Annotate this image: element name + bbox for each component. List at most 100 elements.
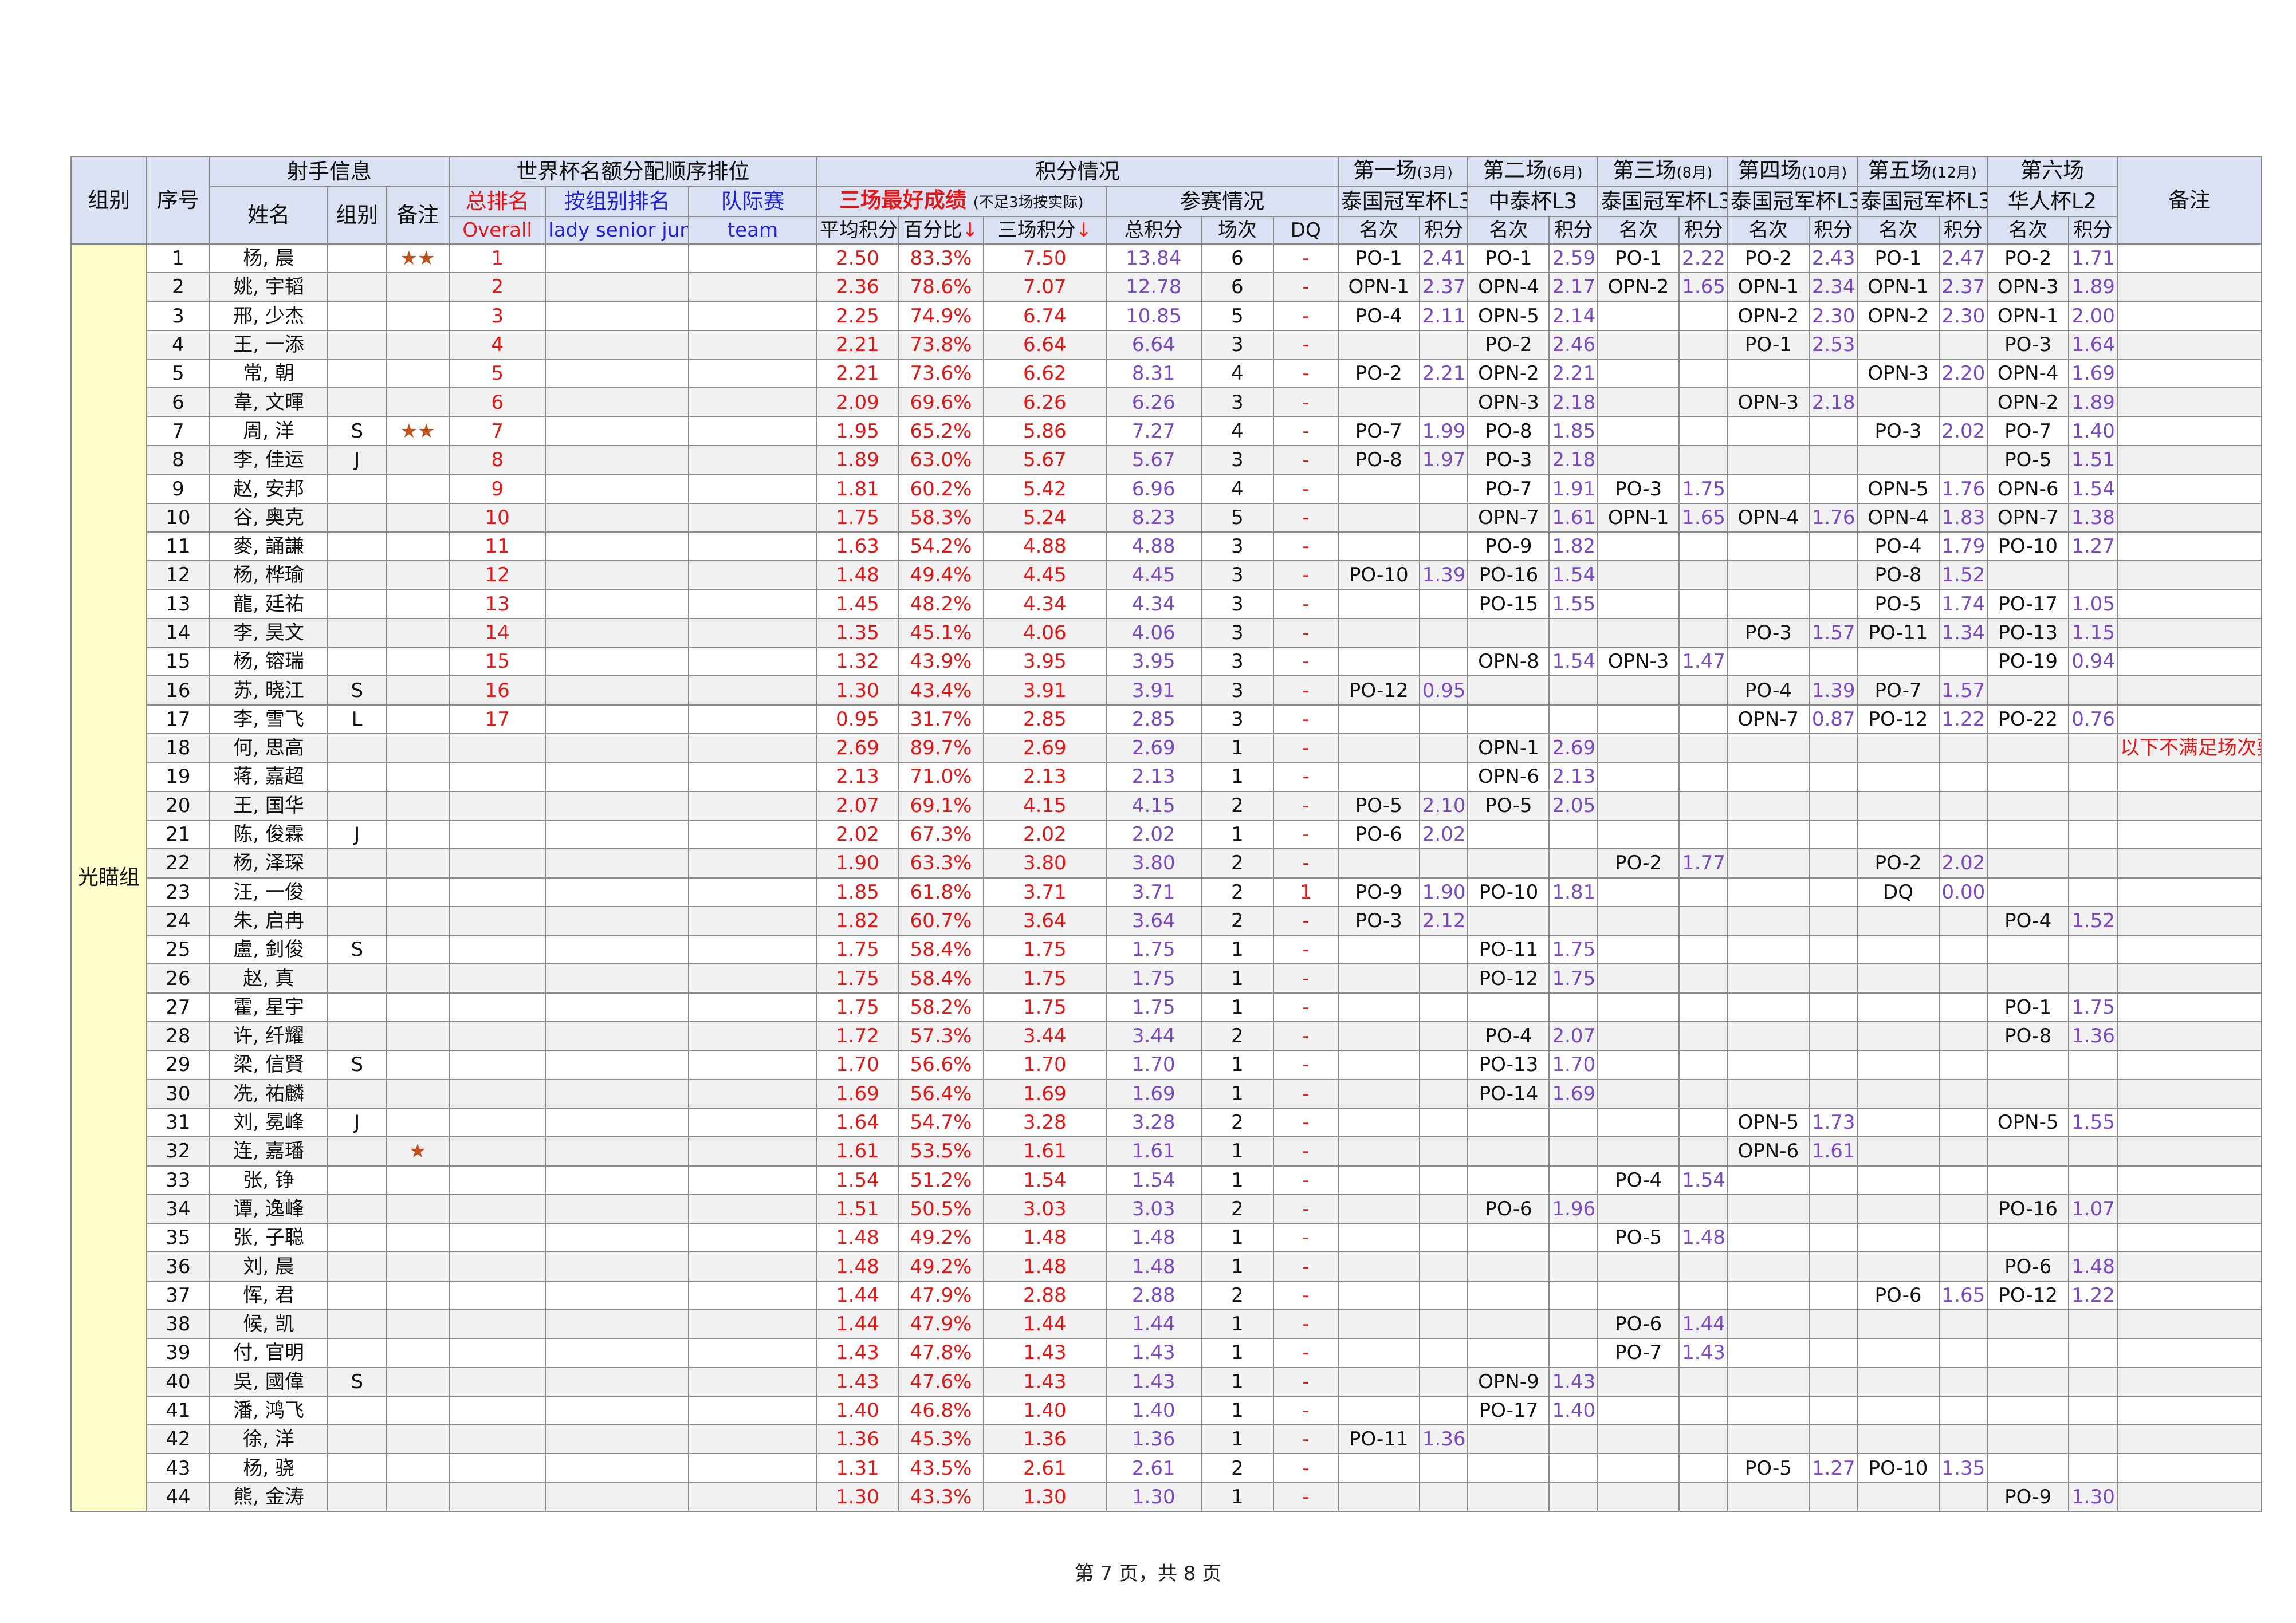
event-place-cell: PO-10 — [1467, 877, 1550, 907]
event-place-cell: PO-1 — [1987, 992, 2070, 1023]
seq-cell: 26 — [146, 963, 210, 994]
subgroup-cell: S — [327, 935, 387, 965]
count-cell: 1 — [1200, 963, 1274, 994]
dq-cell: - — [1272, 733, 1339, 763]
count-cell: 1 — [1200, 1366, 1274, 1397]
dq-cell: - — [1272, 1453, 1339, 1483]
event-score-cell: 1.43 — [1678, 1338, 1728, 1368]
event-place-cell: PO-15 — [1467, 589, 1550, 619]
remark-star-icon: ★★ — [386, 416, 450, 447]
remark-star-icon — [386, 1165, 450, 1195]
pct-cell: 51.2% — [897, 1165, 985, 1195]
event-score-cell — [2068, 1366, 2118, 1397]
event-place-cell: PO-6 — [1987, 1251, 2070, 1282]
event-place-cell — [1597, 1280, 1680, 1310]
total-cell: 1.70 — [1105, 1050, 1202, 1080]
table-row: 20 王, 国华 2.07 69.1% 4.15 4.15 2- PO-5 2.10 PO-5 2.… — [71, 790, 2263, 821]
sum3-cell: 6.74 — [983, 301, 1107, 331]
team-rank-cell — [688, 1338, 817, 1368]
event-score-cell: 1.69 — [1548, 1078, 1599, 1109]
event-score-cell — [1808, 531, 1858, 562]
name-cell: 梁, 信賢 — [209, 1050, 329, 1080]
subgroup-cell: S — [327, 1366, 387, 1397]
total-cell: 1.75 — [1105, 963, 1202, 994]
note-cell — [2116, 474, 2263, 504]
event-place-cell: OPN-2 — [1597, 272, 1680, 302]
event-place-cell — [1857, 1338, 1940, 1368]
event-score-cell: 1.64 — [2068, 329, 2118, 360]
subgroup-cell — [327, 1338, 387, 1368]
team-rank-cell — [688, 790, 817, 821]
event-place-cell — [1467, 1309, 1550, 1340]
event-place-cell: OPN-2 — [1857, 301, 1940, 331]
group-rank-cell — [545, 1193, 690, 1224]
sum3-cell: 3.03 — [983, 1193, 1107, 1224]
avg-cell: 1.48 — [816, 1251, 899, 1282]
event-score-cell — [1548, 848, 1599, 879]
event-place-cell — [1337, 1482, 1420, 1512]
header-event6-title: 第六场 — [1987, 156, 2118, 187]
name-cell: 吳, 國偉 — [209, 1366, 329, 1397]
event-place-cell — [1857, 1107, 1940, 1138]
event-place-cell: OPN-1 — [1987, 301, 2070, 331]
event-score-cell: 1.57 — [1808, 617, 1858, 648]
event-place-cell — [1597, 877, 1680, 907]
remark-star-icon — [386, 647, 450, 677]
avg-cell: 1.35 — [816, 617, 899, 648]
team-rank-cell — [688, 243, 817, 274]
sum3-cell: 5.42 — [983, 474, 1107, 504]
event-place-cell — [1987, 1366, 2070, 1397]
event-place-cell: PO-17 — [1467, 1395, 1550, 1426]
count-cell: 1 — [1200, 1424, 1274, 1455]
remark-star-icon — [386, 1251, 450, 1282]
group-rank-cell — [545, 1107, 690, 1138]
event-score-cell — [2068, 963, 2118, 994]
table-row: 27 霍, 星宇 1.75 58.2% 1.75 1.75 1- PO-1 1.75 — [71, 992, 2263, 1023]
table-row: 12 杨, 桦瑜 12 1.48 49.4% 4.45 4.45 3- PO-10 1.39 PO-… — [71, 560, 2263, 590]
group-rank-cell — [545, 589, 690, 619]
overall-rank-cell — [448, 1280, 547, 1310]
event-place-cell — [1727, 1280, 1810, 1310]
table-row: 32 连, 嘉璠 ★ 1.61 53.5% 1.61 1.61 1- OPN-6 1.61 — [71, 1136, 2263, 1167]
dq-cell: - — [1272, 1424, 1339, 1455]
event-place-cell: OPN-5 — [1857, 474, 1940, 504]
overall-rank-cell: 3 — [448, 301, 547, 331]
event-place-cell — [1727, 1223, 1810, 1253]
event-score-cell — [1678, 762, 1728, 792]
total-cell: 1.43 — [1105, 1338, 1202, 1368]
group-rank-cell — [545, 647, 690, 677]
event-place-cell: PO-7 — [1987, 416, 2070, 447]
table-body: 光瞄组 1 杨, 晨 ★★ 1 2.50 83.3% 7.50 13.84 6- PO-1 2.41 P… — [70, 243, 2263, 1512]
event-place-cell: PO-2 — [1467, 329, 1550, 360]
team-rank-cell — [688, 905, 817, 936]
count-cell: 3 — [1200, 387, 1274, 417]
event-score-cell: 2.21 — [1548, 359, 1599, 389]
total-cell: 1.69 — [1105, 1078, 1202, 1109]
remark-star-icon — [386, 1193, 450, 1224]
event-place-cell: OPN-8 — [1467, 647, 1550, 677]
event-place-cell — [1337, 1453, 1420, 1483]
event-score-cell — [1548, 1338, 1599, 1368]
event-score-cell — [1938, 1251, 1988, 1282]
note-cell — [2116, 272, 2263, 302]
team-rank-cell — [688, 1309, 817, 1340]
event-score-cell: 2.02 — [1418, 819, 1469, 850]
overall-rank-cell — [448, 1251, 547, 1282]
event-place-cell: OPN-5 — [1987, 1107, 2070, 1138]
dq-cell: - — [1272, 387, 1339, 417]
note-cell — [2116, 1338, 2263, 1368]
event-score-cell — [1938, 1309, 1988, 1340]
overall-rank-cell: 11 — [448, 531, 547, 562]
dq-cell: - — [1272, 1021, 1339, 1051]
table-row: 2 姚, 宇韬 2 2.36 78.6% 7.07 12.78 6- OPN-1 2.37 OPN-… — [71, 272, 2263, 302]
event-score-cell — [1678, 531, 1728, 562]
header-dq: DQ — [1272, 216, 1339, 245]
event-score-cell — [1418, 1338, 1469, 1368]
event-score-cell — [1548, 1280, 1599, 1310]
event-place-cell: PO-2 — [1337, 359, 1420, 389]
event-score-cell — [1418, 963, 1469, 994]
dq-cell: - — [1272, 1050, 1339, 1080]
name-cell: 付, 官明 — [209, 1338, 329, 1368]
event-score-cell — [1548, 617, 1599, 648]
group-rank-cell — [545, 416, 690, 447]
